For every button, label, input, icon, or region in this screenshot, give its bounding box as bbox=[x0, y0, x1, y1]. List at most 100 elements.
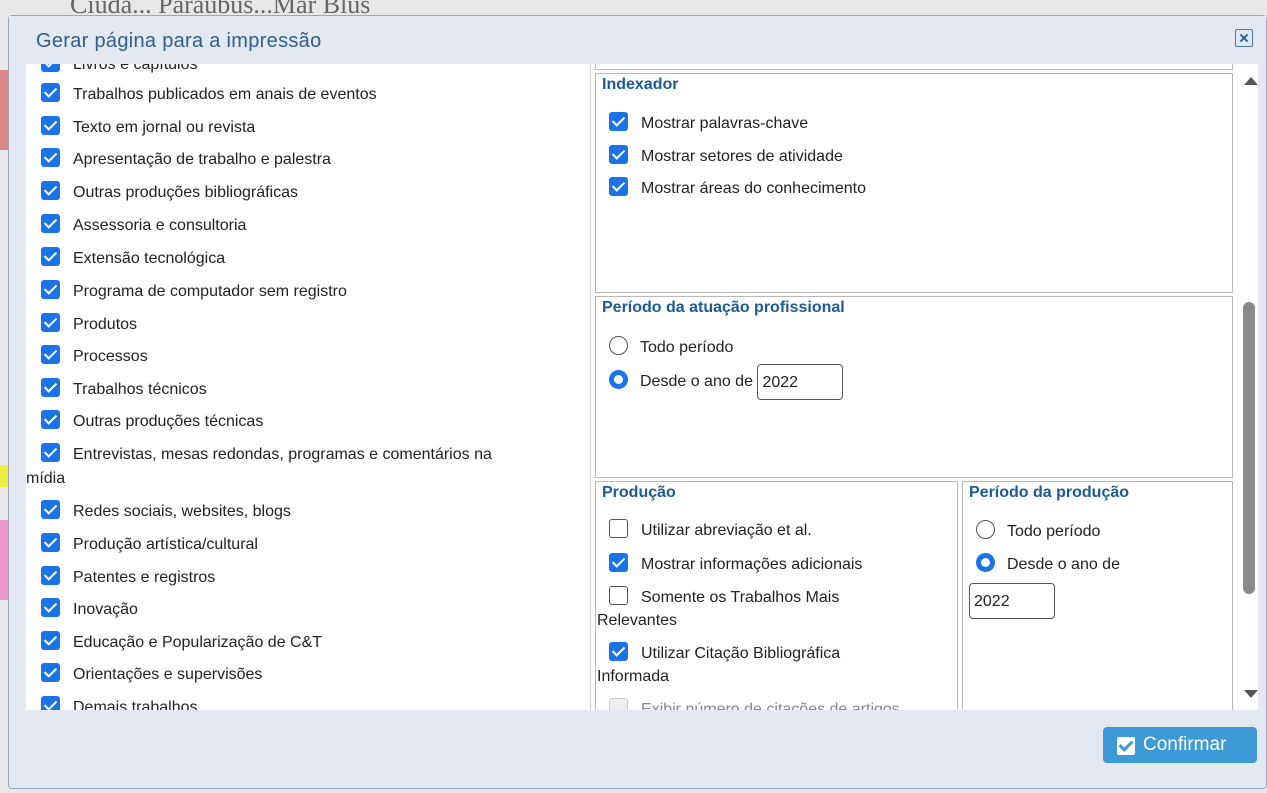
option-label: Utilizar Citação Bibliográfica bbox=[641, 645, 841, 662]
checkbox[interactable] bbox=[41, 214, 60, 233]
list-item[interactable]: Outras produções técnicas bbox=[41, 410, 263, 434]
year-input[interactable]: 2022 bbox=[969, 583, 1055, 619]
list-item-label: Inovação bbox=[73, 601, 138, 618]
checkbox[interactable] bbox=[609, 519, 628, 538]
list-item-label: Trabalhos publicados em anais de eventos bbox=[73, 86, 377, 103]
checkbox[interactable] bbox=[609, 553, 628, 572]
list-item[interactable]: Processos bbox=[41, 345, 148, 369]
checkbox[interactable] bbox=[41, 64, 60, 72]
option-keywords[interactable]: Mostrar palavras-chave bbox=[609, 112, 808, 136]
checkbox[interactable] bbox=[41, 663, 60, 682]
option-bibliographic-citation[interactable]: Utilizar Citação Bibliográfica bbox=[609, 642, 840, 666]
list-item[interactable]: Extensão tecnológica bbox=[41, 247, 225, 271]
scrollbar-thumb[interactable] bbox=[1243, 302, 1255, 594]
checkbox[interactable] bbox=[41, 378, 60, 397]
radio-since-year[interactable]: Desde o ano de 2022 bbox=[609, 364, 844, 400]
checkbox[interactable] bbox=[41, 148, 60, 167]
list-item[interactable]: Outras produções bibliográficas bbox=[41, 181, 298, 205]
year-field[interactable]: 2022 bbox=[969, 583, 1055, 619]
checkbox[interactable] bbox=[609, 145, 628, 164]
producao-title: Produção bbox=[602, 484, 676, 501]
list-item[interactable]: Produtos bbox=[41, 313, 137, 337]
option-label-continued: Informada bbox=[597, 668, 670, 685]
list-item[interactable]: Redes sociais, websites, blogs bbox=[41, 500, 291, 524]
radio-button[interactable] bbox=[976, 520, 995, 539]
indexador-title: Indexador bbox=[602, 76, 679, 93]
list-item[interactable]: Orientações e supervisões bbox=[41, 663, 262, 687]
year-input[interactable]: 2022 bbox=[757, 364, 844, 400]
checkbox[interactable] bbox=[41, 631, 60, 650]
checkbox[interactable] bbox=[41, 116, 60, 135]
radio-button[interactable] bbox=[976, 553, 995, 572]
list-item[interactable]: Produção artística/cultural bbox=[41, 533, 258, 557]
list-item[interactable]: Educação e Popularização de C&T bbox=[41, 631, 322, 655]
radio-all-period[interactable]: Todo período bbox=[976, 520, 1100, 544]
confirm-label: Confirmar bbox=[1143, 734, 1227, 755]
list-item[interactable]: Patentes e registros bbox=[41, 566, 215, 590]
option-abbreviation[interactable]: Utilizar abreviação et al. bbox=[609, 519, 812, 543]
scrollbar[interactable] bbox=[1240, 64, 1258, 710]
list-item[interactable]: Inovação bbox=[41, 598, 138, 622]
checkbox[interactable] bbox=[41, 83, 60, 102]
checkbox[interactable] bbox=[41, 410, 60, 429]
list-item[interactable]: Texto em jornal ou revista bbox=[41, 116, 255, 140]
scroll-down-icon[interactable] bbox=[1244, 690, 1258, 698]
option-label: Desde o ano de bbox=[1007, 556, 1120, 573]
list-item-label: Outras produções bibliográficas bbox=[73, 184, 299, 201]
list-item[interactable]: Programa de computador sem registro bbox=[41, 280, 347, 304]
option-additional-info[interactable]: Mostrar informações adicionais bbox=[609, 553, 862, 577]
checkbox[interactable] bbox=[41, 345, 60, 364]
option-label: Mostrar setores de atividade bbox=[641, 148, 843, 165]
list-item-label: Apresentação de trabalho e palestra bbox=[73, 151, 331, 168]
option-knowledge-areas[interactable]: Mostrar áreas do conhecimento bbox=[609, 177, 866, 201]
checkbox[interactable] bbox=[41, 500, 60, 519]
option-label: Exibir número de citações de artigos bbox=[641, 701, 900, 710]
list-item[interactable]: Assessoria e consultoria bbox=[41, 214, 246, 238]
list-item-label: Livros e capítulos bbox=[73, 64, 198, 73]
list-item-label-continued: mídia bbox=[26, 470, 66, 487]
list-item[interactable]: Trabalhos publicados em anais de eventos bbox=[41, 83, 377, 107]
list-item-label: Produção artística/cultural bbox=[73, 536, 258, 553]
checkbox[interactable] bbox=[41, 181, 60, 200]
checkbox[interactable] bbox=[41, 533, 60, 552]
checkbox[interactable] bbox=[41, 280, 60, 299]
radio-all-period[interactable]: Todo período bbox=[609, 336, 733, 360]
radio-button[interactable] bbox=[609, 370, 628, 390]
checkbox[interactable] bbox=[609, 586, 628, 605]
periodo-producao-title: Período da produção bbox=[969, 484, 1130, 501]
checkbox[interactable] bbox=[41, 696, 60, 710]
option-label: Todo período bbox=[640, 339, 734, 356]
checkbox[interactable] bbox=[41, 566, 60, 585]
checkbox[interactable] bbox=[41, 247, 60, 266]
list-item-label: Patentes e registros bbox=[73, 569, 216, 586]
list-item[interactable]: Entrevistas, mesas redondas, programas e… bbox=[41, 443, 492, 467]
list-item-label: Texto em jornal ou revista bbox=[73, 119, 256, 136]
list-item-label: Programa de computador sem registro bbox=[73, 283, 347, 300]
list-item[interactable]: Demais trabalhos bbox=[41, 696, 198, 710]
option-citation-count: Exibir número de citações de artigos bbox=[609, 698, 900, 710]
scroll-up-icon[interactable] bbox=[1244, 77, 1258, 85]
checkbox[interactable] bbox=[609, 112, 628, 131]
checkbox[interactable] bbox=[609, 177, 628, 196]
checkbox[interactable] bbox=[41, 443, 60, 462]
dialog-title: Gerar página para a impressão bbox=[36, 30, 322, 52]
option-sectors[interactable]: Mostrar setores de atividade bbox=[609, 145, 843, 169]
radio-since-year[interactable]: Desde o ano de bbox=[976, 553, 1120, 577]
periodo-atuacao-panel: Período da atuação profissional Todo per… bbox=[595, 296, 1233, 478]
checkbox[interactable] bbox=[41, 598, 60, 617]
close-icon[interactable] bbox=[1235, 29, 1253, 47]
list-item[interactable]: Livros e capítulos bbox=[41, 64, 198, 77]
radio-button[interactable] bbox=[609, 336, 628, 355]
option-label-continued: Relevantes bbox=[597, 612, 678, 629]
checkbox[interactable] bbox=[41, 313, 60, 332]
list-item[interactable]: Trabalhos técnicos bbox=[41, 378, 207, 402]
checkbox[interactable] bbox=[609, 642, 628, 661]
confirm-button[interactable]: Confirmar bbox=[1103, 727, 1257, 763]
option-label: Somente os Trabalhos Mais bbox=[641, 589, 840, 606]
list-item-label: Assessoria e consultoria bbox=[73, 217, 247, 234]
producao-panel: Produção Utilizar abreviação et al. Most… bbox=[595, 481, 958, 710]
list-item[interactable]: Apresentação de trabalho e palestra bbox=[41, 148, 331, 172]
option-label: Mostrar áreas do conhecimento bbox=[641, 180, 866, 197]
dialog-content: Livros e capítulos Trabalhos publicados … bbox=[26, 64, 1258, 710]
option-relevant-only[interactable]: Somente os Trabalhos Mais bbox=[609, 586, 839, 610]
